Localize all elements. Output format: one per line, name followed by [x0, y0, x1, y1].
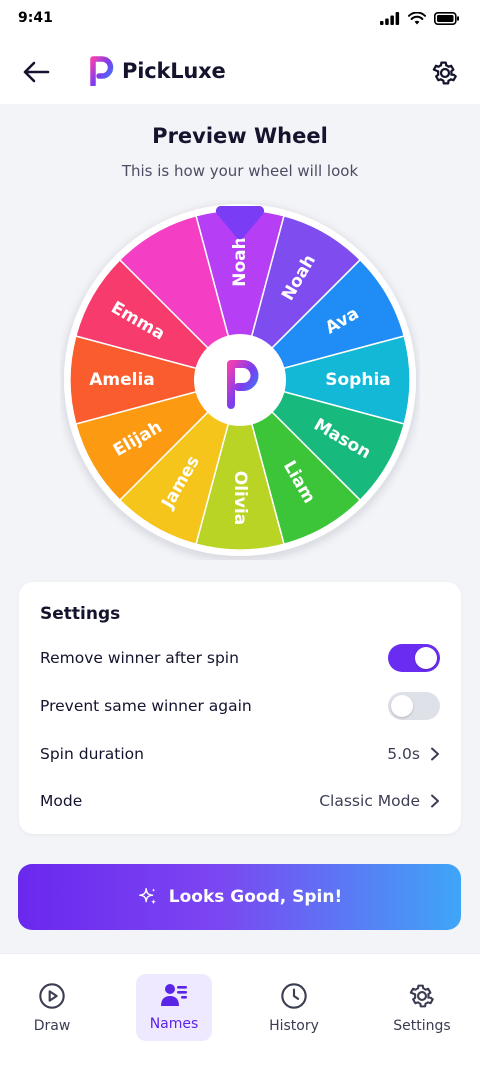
remove-winner-label: Remove winner after spin — [40, 649, 239, 667]
mode-label: Mode — [40, 792, 83, 810]
play-circle-icon — [39, 983, 65, 1009]
nav-draw[interactable]: Draw — [14, 974, 90, 1041]
spin-duration-value-group: 5.0s — [387, 745, 440, 763]
mode-row[interactable]: Mode Classic Mode — [40, 785, 440, 817]
spin-button[interactable]: Looks Good, Spin! — [18, 864, 461, 930]
wifi-icon — [408, 11, 426, 24]
sparkle-icon — [138, 888, 156, 905]
pickluxe-logo-icon — [90, 56, 114, 86]
wheel-center — [194, 334, 286, 426]
nav-draw-label: Draw — [33, 1018, 71, 1034]
signal-icon — [380, 11, 400, 25]
status-time: 9:41 — [18, 10, 53, 26]
spin-wheel[interactable]: Noah Noah Ava Sophia Mason Liam Olivia James Eli… — [60, 200, 420, 560]
chevron-right-icon — [431, 747, 439, 761]
wheel-segment-label: Noah — [230, 237, 250, 286]
toggle-knob — [415, 647, 437, 669]
toggle-knob — [391, 695, 413, 717]
wheel-graphic: Noah NoahAvaSophiaMasonLiamOliviaJamesEli… — [64, 204, 416, 556]
mode-value-group: Classic Mode — [319, 792, 440, 810]
app-name: PickLuxe — [122, 59, 226, 83]
gear-icon — [432, 61, 457, 85]
spin-duration-value: 5.0s — [387, 745, 420, 763]
remove-winner-toggle[interactable] — [388, 644, 440, 672]
nav-names[interactable]: Names — [136, 974, 212, 1041]
remove-winner-row: Remove winner after spin — [40, 642, 440, 674]
prevent-same-label: Prevent same winner again — [40, 697, 252, 715]
prevent-same-toggle[interactable] — [388, 692, 440, 720]
battery-icon — [434, 11, 459, 25]
wheel-segment-label: Amelia — [89, 370, 155, 390]
nav-settings-label: Settings — [393, 1018, 451, 1034]
chevron-right-icon — [431, 794, 439, 808]
bottom-nav: Draw Names History Settings — [0, 953, 480, 1067]
nav-history[interactable]: History — [256, 974, 332, 1041]
app-header: PickLuxe — [0, 36, 480, 104]
settings-card: Settings Remove winner after spin Preven… — [19, 582, 461, 834]
wheel-segment-label: Sophia — [325, 370, 391, 390]
mode-value: Classic Mode — [319, 792, 420, 810]
nav-history-label: History — [269, 1018, 319, 1034]
preview-title: Preview Wheel — [152, 124, 328, 148]
spin-duration-label: Spin duration — [40, 745, 144, 763]
app-logo: PickLuxe — [90, 56, 226, 86]
spin-duration-row[interactable]: Spin duration 5.0s — [40, 738, 440, 770]
prevent-same-row: Prevent same winner again — [40, 690, 440, 722]
status-icons — [380, 11, 460, 25]
back-button[interactable] — [20, 58, 52, 86]
nav-settings[interactable]: Settings — [384, 974, 460, 1041]
settings-title: Settings — [40, 604, 121, 624]
header-settings-button[interactable] — [430, 58, 460, 88]
clock-icon — [281, 983, 307, 1009]
gear-icon — [409, 984, 434, 1008]
users-icon — [161, 984, 187, 1006]
spin-button-label: Looks Good, Spin! — [168, 887, 343, 907]
arrow-left-icon — [23, 61, 50, 83]
wheel-segment-label: Olivia — [230, 471, 250, 526]
status-bar: 9:41 — [0, 0, 480, 36]
preview-subtitle: This is how your wheel will look — [121, 162, 359, 180]
nav-names-label: Names — [149, 1016, 199, 1032]
